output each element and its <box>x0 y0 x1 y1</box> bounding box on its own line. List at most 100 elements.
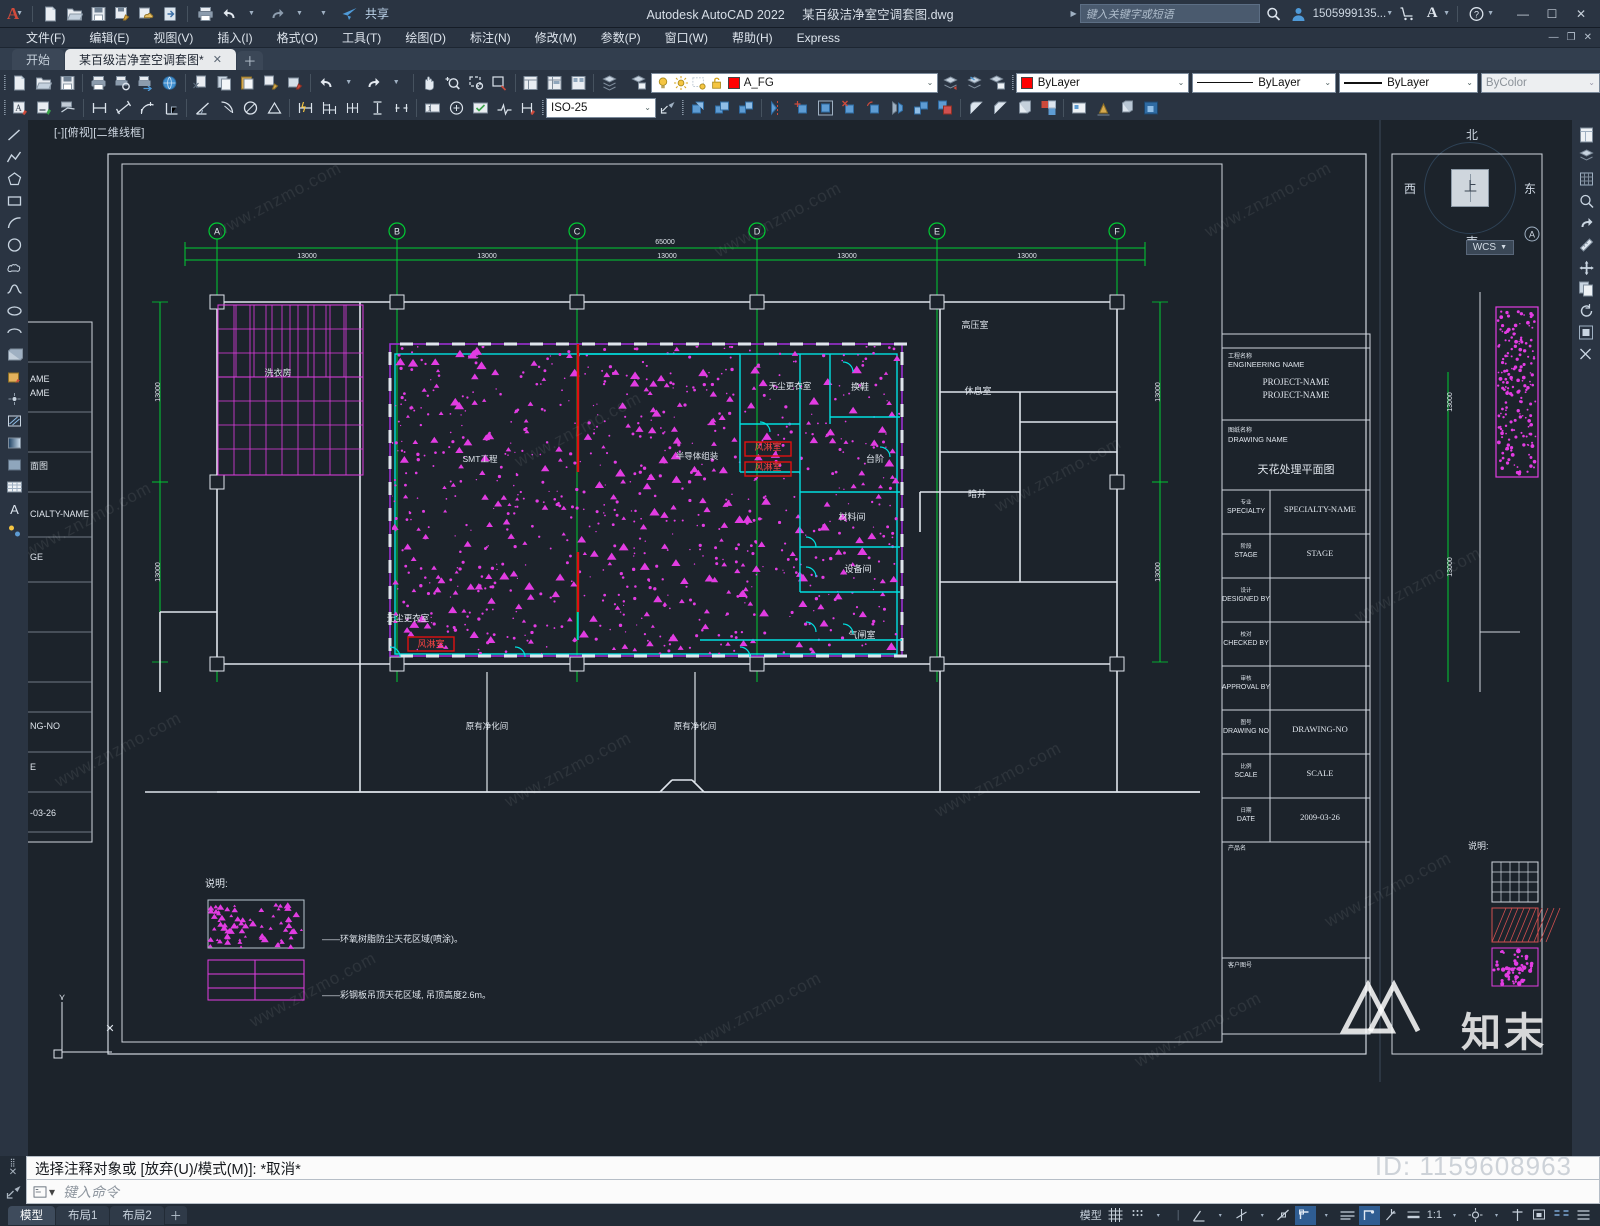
publish-icon[interactable] <box>134 72 158 94</box>
minimize-button[interactable]: — <box>1510 3 1536 25</box>
lineweight-control[interactable]: ByLayer ⌄ <box>1339 72 1478 93</box>
undo-dropdown-icon[interactable]: ▼ <box>338 72 362 94</box>
paste-icon[interactable] <box>236 72 260 94</box>
chevron-down-icon[interactable]: ⌄ <box>1588 78 1595 87</box>
share-icon[interactable] <box>338 3 360 25</box>
properties-panel-icon[interactable] <box>1575 124 1597 145</box>
command-options-icon[interactable] <box>0 1180 26 1204</box>
layer-state-icon[interactable] <box>627 72 651 94</box>
menu-file[interactable]: 文件(F) <box>14 28 77 48</box>
dimstyle-control[interactable]: ISO-25 ⌄ <box>546 97 656 118</box>
new-icon[interactable] <box>8 72 32 94</box>
chevron-down-icon[interactable]: ⌄ <box>921 78 934 87</box>
move-icon[interactable] <box>789 97 813 119</box>
save-icon[interactable] <box>87 3 109 25</box>
3d-copy-icon[interactable] <box>710 97 734 119</box>
line-icon[interactable] <box>3 124 25 145</box>
tool-palettes-icon[interactable] <box>566 72 590 94</box>
isolate-objects-icon[interactable] <box>1507 1206 1528 1225</box>
trim-tool-icon[interactable] <box>1575 344 1597 365</box>
layout-tab-layout2[interactable]: 布局2 <box>110 1205 164 1225</box>
purge-icon[interactable] <box>1091 97 1115 119</box>
plot-preview-icon[interactable] <box>110 72 134 94</box>
scale-icon[interactable] <box>813 97 837 119</box>
export-icon[interactable] <box>159 3 181 25</box>
osnap-toggle-icon[interactable] <box>1294 1205 1316 1225</box>
rotate-tool-icon[interactable] <box>1575 300 1597 321</box>
menu-modify[interactable]: 修改(M) <box>523 28 589 48</box>
jogged-dimension-icon[interactable] <box>262 97 286 119</box>
redo-icon[interactable] <box>362 72 386 94</box>
sub-close-button[interactable]: ✕ <box>1584 32 1592 43</box>
account-name[interactable]: 1505999135... <box>1313 8 1387 20</box>
erase-icon[interactable] <box>837 97 861 119</box>
zoom-extents-icon[interactable] <box>1575 190 1597 211</box>
annotation-scale-dropdown-icon[interactable]: ▾ <box>1445 1206 1464 1225</box>
drawing-canvas[interactable]: [-][俯视][二维线框] 北 南 东 西 上 A WCS ▼ AMEAME面图… <box>28 120 1572 1156</box>
snap-dropdown-icon[interactable]: ▾ <box>1149 1206 1168 1225</box>
make-block-icon[interactable] <box>3 366 25 387</box>
section-icon[interactable] <box>1036 97 1060 119</box>
search-expander-icon[interactable]: ▶ <box>1070 9 1076 18</box>
arc-icon[interactable] <box>3 212 25 233</box>
close-button[interactable]: ✕ <box>1568 3 1594 25</box>
scale-tool-icon[interactable] <box>1575 322 1597 343</box>
osnap-dropdown-icon[interactable]: ▾ <box>1317 1206 1336 1225</box>
block-editor-icon[interactable] <box>284 72 308 94</box>
layer-previous-icon[interactable] <box>938 72 962 94</box>
pan-icon[interactable] <box>417 72 441 94</box>
otrack-icon[interactable] <box>1337 1206 1358 1225</box>
add-layout-button[interactable]: ＋ <box>164 1206 187 1224</box>
account-dropdown-icon[interactable]: ▼ <box>1386 10 1393 17</box>
color-control[interactable]: ByLayer ⌄ <box>1015 72 1190 93</box>
dim-space-icon[interactable] <box>365 97 389 119</box>
customize-status-icon[interactable] <box>1573 1206 1594 1225</box>
properties-icon[interactable] <box>519 72 543 94</box>
continue-dimension-icon[interactable] <box>341 97 365 119</box>
open-folder-icon[interactable] <box>63 3 85 25</box>
dim-break-icon[interactable] <box>389 97 413 119</box>
help-icon[interactable]: ? <box>1465 3 1487 25</box>
insert-block-icon[interactable] <box>3 344 25 365</box>
quick-dimension-icon[interactable] <box>293 97 317 119</box>
cut-icon[interactable] <box>189 72 213 94</box>
annotation-visibility-icon[interactable] <box>1465 1206 1486 1225</box>
text-icon[interactable]: A <box>3 498 25 519</box>
baseline-dimension-icon[interactable] <box>317 97 341 119</box>
copy-tool-icon[interactable] <box>1575 278 1597 299</box>
zoom-realtime-icon[interactable] <box>440 72 464 94</box>
print-icon[interactable] <box>194 3 216 25</box>
render-icon[interactable] <box>158 72 182 94</box>
annotation-scale-label[interactable]: 1:1 <box>1425 1206 1444 1225</box>
diameter-dimension-icon[interactable] <box>238 97 262 119</box>
grid-icon[interactable] <box>1105 1206 1126 1225</box>
3d-orbit-icon[interactable] <box>1115 97 1139 119</box>
model-space-label[interactable]: 模型 <box>1078 1206 1104 1225</box>
hardware-accel-icon[interactable] <box>1529 1206 1550 1225</box>
hatch-icon[interactable] <box>3 410 25 431</box>
mirror-icon[interactable] <box>765 97 789 119</box>
help-dropdown-icon[interactable]: ▼ <box>1487 10 1494 17</box>
match-properties-icon[interactable] <box>260 72 284 94</box>
tab-start[interactable]: 开始 <box>12 49 65 70</box>
tab-document[interactable]: 某百级洁净室空调套图* ✕ <box>65 49 236 70</box>
3d-move-icon[interactable] <box>686 97 710 119</box>
sub-minimize-button[interactable]: — <box>1549 32 1559 43</box>
chevron-down-icon[interactable]: ⌄ <box>1466 78 1473 87</box>
undo-dropdown-icon[interactable]: ▼ <box>242 3 264 25</box>
save-cloud-icon[interactable] <box>135 3 157 25</box>
menu-dimension[interactable]: 标注(N) <box>458 28 523 48</box>
center-mark-icon[interactable] <box>444 97 468 119</box>
add-selected-icon[interactable] <box>3 520 25 541</box>
layout-tab-layout1[interactable]: 布局1 <box>56 1205 110 1225</box>
chevron-down-icon[interactable]: ⌄ <box>1178 78 1185 87</box>
table-icon[interactable] <box>3 476 25 497</box>
lineweight-display-icon[interactable] <box>1403 1206 1424 1225</box>
dim-style-icon[interactable] <box>32 97 56 119</box>
chevron-down-icon[interactable]: ⌄ <box>1324 78 1331 87</box>
polygon-icon[interactable] <box>3 168 25 189</box>
ordinate-dimension-icon[interactable] <box>159 97 183 119</box>
menu-help[interactable]: 帮助(H) <box>720 28 785 48</box>
layer-match-icon[interactable] <box>986 72 1010 94</box>
multileader-style-icon[interactable] <box>56 97 80 119</box>
